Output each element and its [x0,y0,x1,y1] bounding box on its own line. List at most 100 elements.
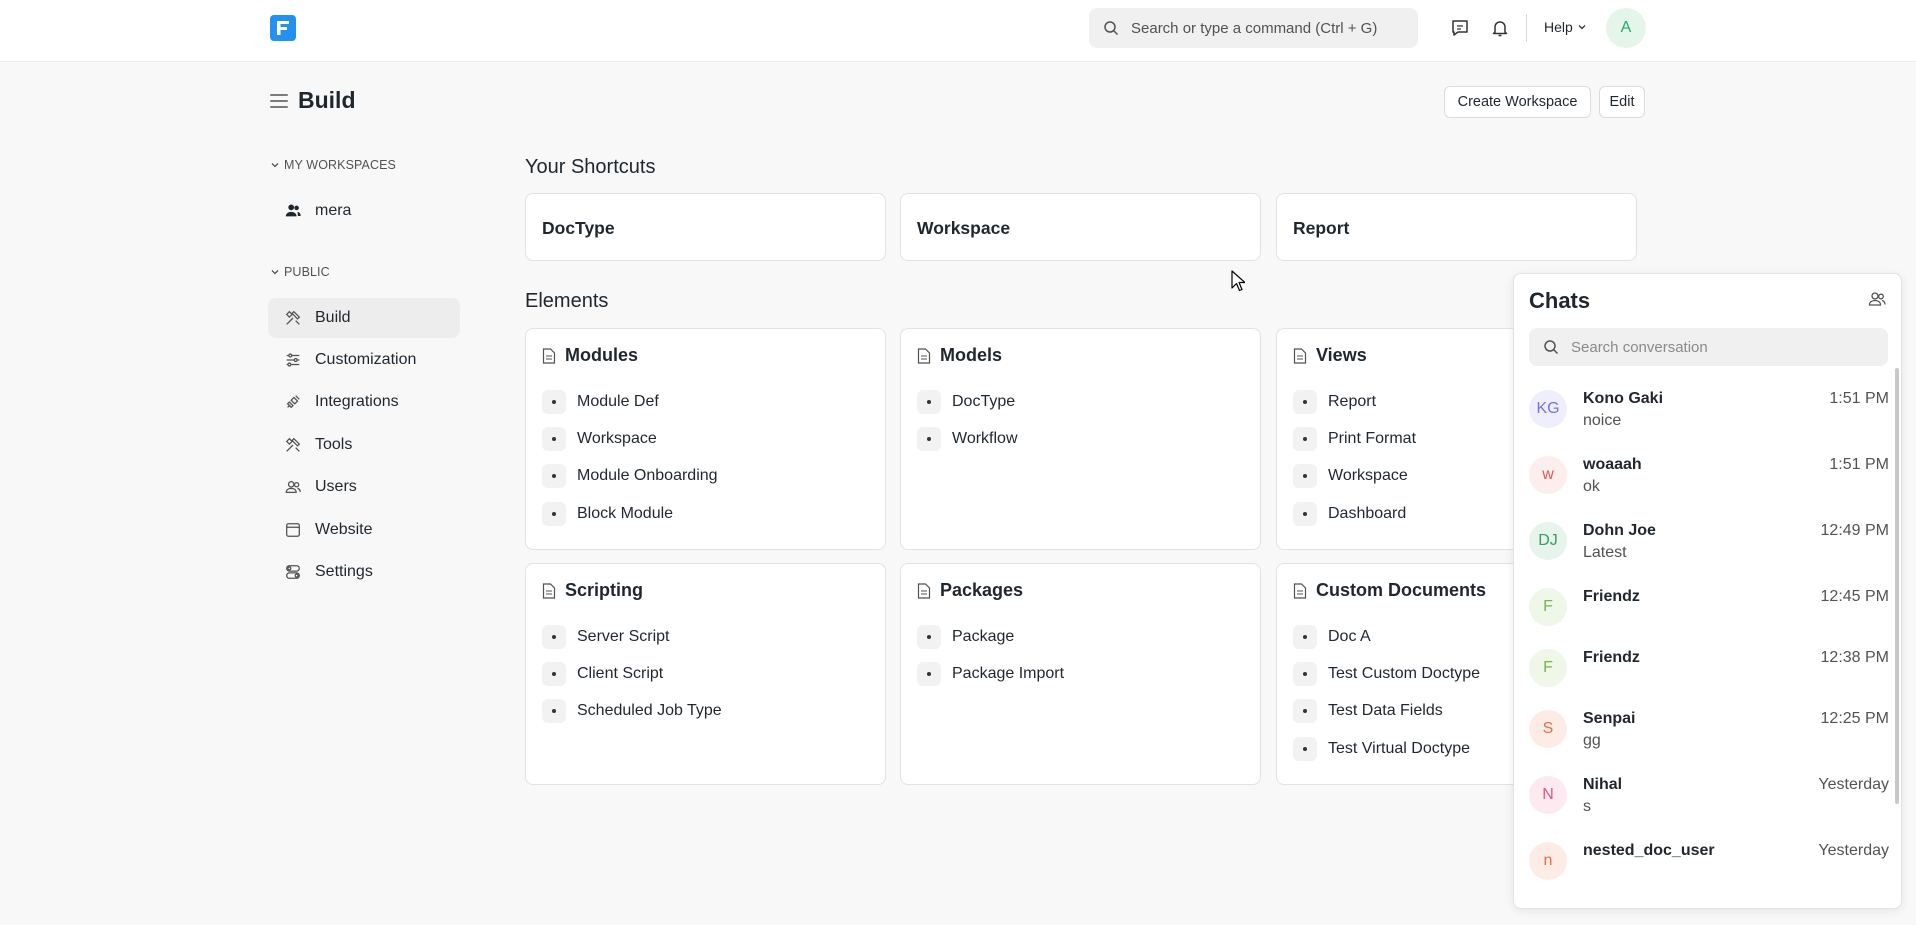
sidebar-item-label: mera [315,202,352,219]
navbar: Search or type a command (Ctrl + G) Help… [0,0,1916,62]
link-label: Package Import [952,665,1065,682]
link-label: Module Def [577,393,659,410]
create-workspace-button[interactable]: Create Workspace [1444,86,1591,118]
sidebar-item-customization[interactable]: Customization [268,340,460,380]
card-title[interactable]: Modules [542,345,638,366]
chat-item[interactable]: S Senpai 12:25 PM gg [1514,710,1901,770]
bullet-icon [1293,427,1317,451]
sidebar-item-users[interactable]: Users [268,467,460,507]
chat-avatar: KG [1529,390,1567,428]
chat-name: Senpai [1583,710,1636,727]
chat-last-message: Latest [1583,544,1627,561]
chat-panel: Chats Search conversation KG Kono Gaki 1:5… [1513,273,1902,909]
card-link[interactable]: Test Virtual Doctype [1293,737,1470,761]
chat-time: Yesterday [1818,776,1889,793]
link-label: Doc A [1328,628,1371,645]
sidebar-item-mera[interactable]: mera [268,191,460,231]
bell-icon[interactable] [1488,16,1512,40]
card-link[interactable]: Workspace [542,427,657,451]
card-link[interactable]: Workspace [1293,464,1408,488]
bullet-icon [1293,464,1317,488]
edit-button[interactable]: Edit [1599,86,1645,118]
card-link[interactable]: DocType [917,390,1015,414]
chat-item[interactable]: DJ Dohn Joe 12:49 PM Latest [1514,522,1901,582]
card-title-label: Views [1316,345,1367,365]
sidebar-item-settings[interactable]: Settings [268,552,460,592]
card-link[interactable]: Dashboard [1293,502,1406,526]
sidebar-item-label: Website [315,521,373,538]
chat-search-placeholder: Search conversation [1571,338,1708,356]
document-icon [542,347,556,364]
help-dropdown[interactable]: Help [1544,19,1587,35]
card-title[interactable]: Scripting [542,580,643,601]
card-title[interactable]: Models [917,345,1002,366]
card-title[interactable]: Packages [917,580,1023,601]
chat-name: Nihal [1583,776,1623,793]
card-link[interactable]: Block Module [542,502,673,526]
chat-item[interactable]: n nested_doc_user Yesterday [1514,842,1901,902]
card-link[interactable]: Test Data Fields [1293,699,1443,723]
sidebar-item-label: Customization [315,351,417,368]
card-scripting: Scripting Server Script Client Script Sc… [525,563,886,785]
bullet-icon [542,427,566,451]
card-link[interactable]: Module Onboarding [542,464,718,488]
sidebar-toggle-icon[interactable] [270,94,288,108]
chat-search-input[interactable]: Search conversation [1529,328,1888,366]
card-link[interactable]: Report [1293,390,1376,414]
section-label: MY WORKSPACES [284,158,396,172]
card-title[interactable]: Custom Documents [1293,580,1486,601]
app-logo[interactable] [270,15,296,41]
card-link[interactable]: Package [917,625,1014,649]
card-title-label: Custom Documents [1316,580,1487,600]
user-group-icon[interactable] [1867,289,1887,309]
sidebar-item-label: Settings [315,563,373,580]
chat-time: Yesterday [1818,842,1889,859]
card-link[interactable]: Print Format [1293,427,1416,451]
card-link[interactable]: Scheduled Job Type [542,699,722,723]
document-icon [917,582,931,599]
sidebar-item-integrations[interactable]: Integrations [268,382,460,422]
card-link[interactable]: Doc A [1293,625,1371,649]
shortcut-report[interactable]: Report [1276,193,1637,261]
bullet-icon [542,625,566,649]
sidebar-item-build[interactable]: Build [268,298,460,338]
shortcuts-title: Your Shortcuts [525,156,656,178]
chat-last-message: gg [1583,732,1601,749]
sidebar-item-website[interactable]: Website [268,510,460,550]
public-section[interactable]: PUBLIC [270,265,330,279]
card-title[interactable]: Views [1293,345,1367,366]
card-link[interactable]: Module Def [542,390,659,414]
chat-item[interactable]: w woaaah 1:51 PM ok [1514,456,1901,516]
frappe-logo-icon [277,21,289,35]
shortcut-doctype[interactable]: DocType [525,193,886,261]
elements-title: Elements [525,290,609,312]
link-label: Test Virtual Doctype [1328,740,1470,757]
search-input[interactable]: Search or type a command (Ctrl + G) [1089,8,1418,48]
document-icon [1293,582,1307,599]
link-label: Server Script [577,628,670,645]
chat-name: Friendz [1583,588,1640,605]
page-title: Build [298,87,356,113]
card-link[interactable]: Workflow [917,427,1018,451]
card-link[interactable]: Test Custom Doctype [1293,662,1480,686]
chat-icon[interactable] [1448,16,1472,40]
bullet-icon [542,502,566,526]
sidebar-item-tools[interactable]: Tools [268,425,460,465]
chat-item[interactable]: F Friendz 12:45 PM [1514,588,1901,648]
chat-item[interactable]: KG Kono Gaki 1:51 PM noice [1514,390,1901,450]
my-workspaces-section[interactable]: MY WORKSPACES [270,158,396,172]
chat-name: Dohn Joe [1583,522,1656,539]
browser-icon [283,520,303,540]
search-placeholder: Search or type a command (Ctrl + G) [1131,19,1378,37]
shortcut-workspace[interactable]: Workspace [900,193,1261,261]
chat-item[interactable]: N Nihal Yesterday s [1514,776,1901,836]
link-label: Test Custom Doctype [1328,665,1481,682]
user-avatar[interactable]: A [1606,8,1646,48]
chevron-down-icon [271,163,279,168]
card-link[interactable]: Client Script [542,662,663,686]
bullet-icon [917,662,941,686]
card-link[interactable]: Server Script [542,625,669,649]
chat-item[interactable]: F Friendz 12:38 PM [1514,649,1901,709]
card-modules: Modules Module Def Workspace Module Onbo… [525,328,886,550]
card-link[interactable]: Package Import [917,662,1064,686]
